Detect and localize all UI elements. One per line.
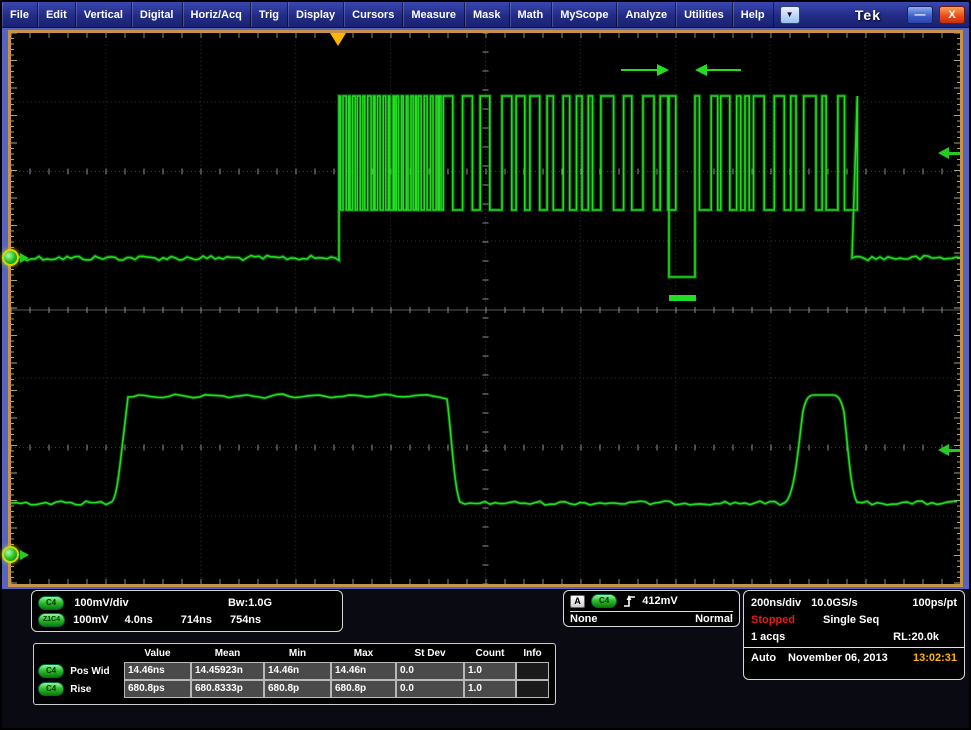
measurement-cell: 1.0 (464, 680, 516, 698)
zoom-window-end: 754ns (230, 614, 261, 626)
menu-item-mask[interactable]: Mask (465, 2, 510, 27)
trigger-source-badge[interactable]: C4 (591, 594, 617, 608)
menu-item-horizacq[interactable]: Horiz/Acq (183, 2, 251, 27)
column-header: Mean (191, 645, 264, 662)
column-header: Max (331, 645, 396, 662)
horizontal-readout-box[interactable]: 200ns/div 10.0GS/s 100ps/pt Stopped Sing… (743, 590, 965, 680)
zoom-badge[interactable]: Z1C4 (38, 613, 65, 627)
acq-state: Stopped (751, 614, 795, 626)
channel4-arrow-icon (20, 253, 29, 263)
rising-edge-icon (623, 594, 636, 608)
horizontal-scale: 200ns/div (751, 597, 801, 609)
column-header: Info (516, 645, 549, 662)
channel-readout-box[interactable]: C4 100mV/div Bw:1.0G Z1C4 100mV 4.0ns 71… (31, 590, 343, 632)
channel-scale: 100mV/div (74, 597, 128, 609)
menu-item-vertical[interactable]: Vertical (76, 2, 132, 27)
measurement-row-label: C4 Rise (36, 680, 124, 698)
menu-item-utilities[interactable]: Utilities (676, 2, 733, 27)
measurement-cell: 680.8ps (124, 680, 191, 698)
column-header: Value (124, 645, 191, 662)
trigger-mode: Normal (695, 613, 733, 625)
measurement-cell: 0.0 (396, 680, 464, 698)
bandwidth-label: Bw:1.0G (228, 597, 272, 609)
menu-item-digital[interactable]: Digital (132, 2, 183, 27)
measurement-cell: 14.46n (331, 662, 396, 680)
measurement-table: ValueMeanMinMaxSt DevCountInfo C4 Pos Wid 1… (33, 643, 556, 705)
measurement-cell: 1.0 (464, 662, 516, 680)
menu-item-myscope[interactable]: MyScope (552, 2, 617, 27)
menu-item-trig[interactable]: Trig (251, 2, 288, 27)
menu-item-file[interactable]: File (2, 2, 38, 27)
column-header: Min (264, 645, 331, 662)
sample-rate: 10.0GS/s (811, 597, 857, 609)
zoom-window-start: 714ns (181, 614, 212, 626)
resolution: 100ps/pt (912, 597, 957, 609)
menu-items: FileEditVerticalDigitalHoriz/AcqTrigDisp… (2, 2, 774, 27)
measurement-source-badge[interactable]: C4 (38, 664, 64, 678)
record-length: RL:20.0k (893, 631, 939, 643)
close-button[interactable]: X (939, 6, 965, 24)
measurement-cell: 14.46ns (124, 662, 191, 680)
date-label: November 06, 2013 (788, 652, 888, 664)
measurement-info-cell (516, 680, 549, 698)
table-corner (36, 645, 124, 662)
chevron-down-icon: ▼ (786, 10, 794, 19)
measurement-cell: 14.45923n (191, 662, 264, 680)
acq-count: 1 acqs (751, 631, 785, 643)
zoom-reference-marker[interactable] (2, 546, 19, 563)
measurement-cell: 0.0 (396, 662, 464, 680)
menu-item-help[interactable]: Help (733, 2, 774, 27)
measurement-info-cell (516, 662, 549, 680)
menu-bar: FileEditVerticalDigitalHoriz/AcqTrigDisp… (2, 2, 969, 28)
scope-display (8, 30, 963, 587)
zoom-arrow-icon (20, 550, 29, 560)
oscilloscope-window: FileEditVerticalDigitalHoriz/AcqTrigDisp… (0, 0, 971, 730)
menu-item-edit[interactable]: Edit (38, 2, 76, 27)
measurement-name: Pos Wid (70, 666, 109, 677)
measurement-cell: 680.8p (264, 680, 331, 698)
measurement-source-badge[interactable]: C4 (38, 682, 64, 696)
minimize-button[interactable]: — (907, 6, 933, 24)
zoom-level-tail (948, 449, 960, 452)
channel4-reference-marker[interactable] (2, 249, 19, 266)
time-label: 13:02:31 (913, 652, 957, 664)
a-trigger-badge: A (570, 595, 585, 608)
trigger-b-event: None (570, 613, 598, 625)
menu-overflow-button[interactable]: ▼ (780, 6, 800, 24)
measurement-name: Rise (70, 684, 91, 695)
trigger-readout-box[interactable]: A C4 412mV None Normal (563, 590, 740, 627)
menu-item-cursors[interactable]: Cursors (344, 2, 403, 27)
trigger-level-tail (948, 152, 960, 155)
measurement-cell: 680.8333p (191, 680, 264, 698)
menu-item-display[interactable]: Display (288, 2, 344, 27)
graticule (11, 33, 960, 584)
trigger-mode-label: Auto (751, 652, 776, 664)
column-header: Count (464, 645, 516, 662)
zoom-scale: 100mV (73, 614, 108, 626)
trigger-level-value: 412mV (642, 595, 677, 607)
tek-logo: Tek (855, 7, 881, 23)
zoom-timebase: 4.0ns (125, 614, 153, 626)
measurement-cell: 680.8p (331, 680, 396, 698)
menu-item-measure[interactable]: Measure (403, 2, 465, 27)
menu-item-math[interactable]: Math (510, 2, 553, 27)
menu-item-analyze[interactable]: Analyze (617, 2, 676, 27)
measurement-row-label: C4 Pos Wid (36, 662, 124, 680)
column-header: St Dev (396, 645, 464, 662)
channel4-badge[interactable]: C4 (38, 596, 64, 610)
acq-mode: Single Seq (823, 614, 879, 626)
trigger-position-marker[interactable] (330, 33, 346, 46)
measurement-cell: 14.46n (264, 662, 331, 680)
